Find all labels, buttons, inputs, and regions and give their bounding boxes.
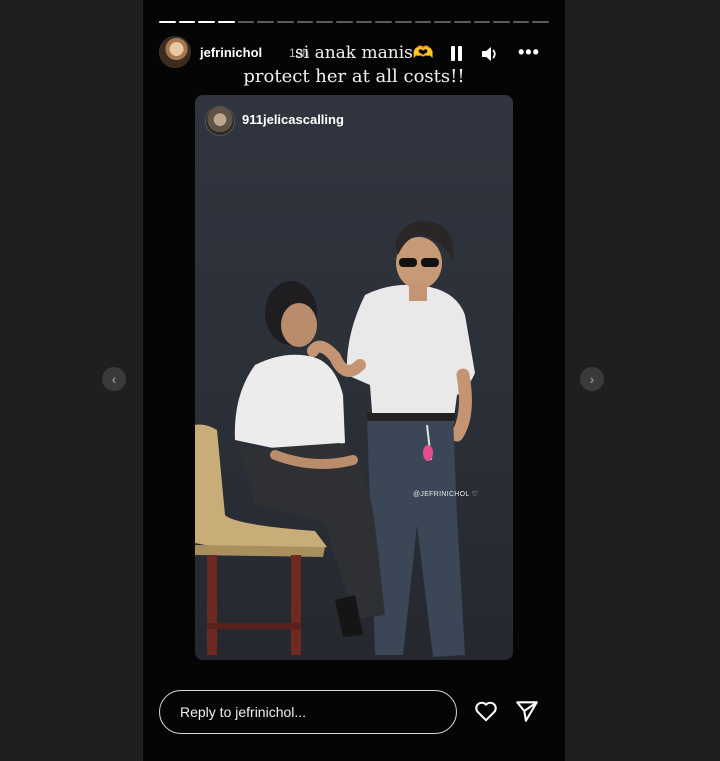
progress-segment <box>159 21 176 23</box>
progress-segment <box>316 21 333 23</box>
progress-segment <box>237 21 255 23</box>
story-caption-line-2: protect her at all costs!! <box>243 66 465 87</box>
story-header: jefrinichol 19h si anak manis🫶 ••• <box>159 36 549 70</box>
chevron-left-icon: ‹ <box>111 371 117 387</box>
progress-segment <box>512 21 530 23</box>
story-viewer-page: ‹ › jefrinichol 19h si anak manis🫶 ••• p… <box>0 0 720 761</box>
progress-segment <box>493 21 510 23</box>
progress-segment <box>394 21 412 23</box>
more-icon[interactable]: ••• <box>518 43 539 64</box>
chevron-right-icon: › <box>589 371 595 387</box>
story-frame[interactable]: jefrinichol 19h si anak manis🫶 ••• prote… <box>143 0 565 761</box>
progress-segment <box>217 21 235 23</box>
send-icon[interactable] <box>514 698 540 724</box>
progress-segment <box>453 21 471 23</box>
heart-icon[interactable] <box>473 698 499 724</box>
progress-segment <box>178 21 196 23</box>
next-story-button[interactable]: › <box>580 367 604 391</box>
story-caption-line-1: si anak manis🫶 <box>295 43 435 63</box>
video-watermark: @JEFRINICHOL ♡ <box>413 491 479 498</box>
story-username[interactable]: jefrinichol <box>200 45 262 60</box>
repost-avatar[interactable] <box>205 106 235 136</box>
progress-segment <box>296 21 314 23</box>
story-progress-bar <box>159 21 550 24</box>
reposted-video[interactable]: 911jelicascalling @JEFRINICHOL ♡ <box>195 95 513 660</box>
progress-segment <box>414 21 432 23</box>
progress-segment <box>355 21 373 23</box>
progress-segment <box>532 21 550 23</box>
progress-segment <box>473 21 491 23</box>
repost-username[interactable]: 911jelicascalling <box>242 112 344 127</box>
progress-segment <box>335 21 353 23</box>
video-frame-illustration <box>195 221 475 657</box>
progress-segment <box>257 21 274 23</box>
reply-input[interactable] <box>159 690 457 734</box>
progress-segment <box>434 21 451 23</box>
avatar[interactable] <box>159 36 191 68</box>
volume-icon[interactable] <box>480 44 500 64</box>
pause-icon[interactable] <box>446 44 466 64</box>
progress-segment <box>276 21 294 23</box>
previous-story-button[interactable]: ‹ <box>102 367 126 391</box>
progress-segment <box>198 21 215 23</box>
progress-segment <box>375 21 392 23</box>
